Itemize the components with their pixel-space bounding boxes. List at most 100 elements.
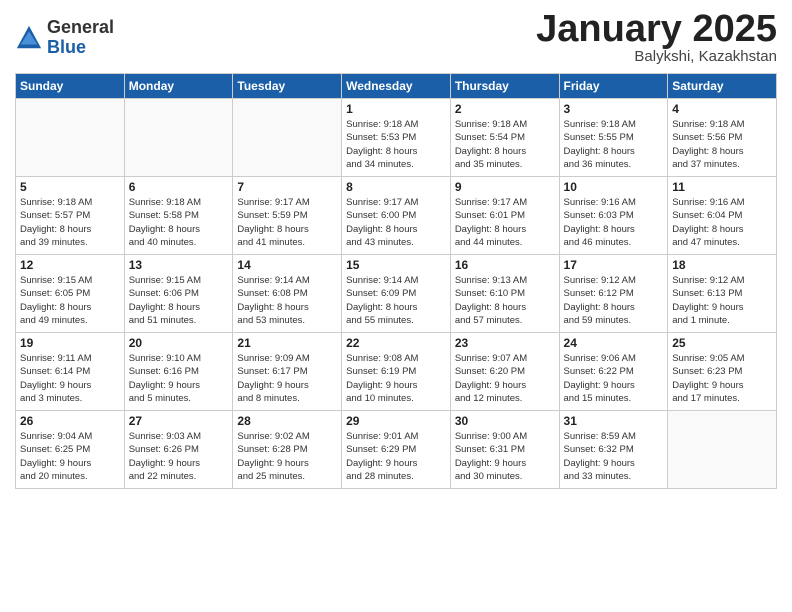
day-info: Sunrise: 9:17 AM Sunset: 5:59 PM Dayligh… — [237, 196, 337, 249]
day-info: Sunrise: 9:18 AM Sunset: 5:58 PM Dayligh… — [129, 196, 229, 249]
day-number: 29 — [346, 414, 446, 428]
table-row: 18 Sunrise: 9:12 AM Sunset: 6:13 PM Dayli… — [668, 255, 777, 333]
table-row: 4 Sunrise: 9:18 AM Sunset: 5:56 PM Daylig… — [668, 99, 777, 177]
month-title: January 2025 — [536, 10, 777, 48]
day-info: Sunrise: 9:03 AM Sunset: 6:26 PM Dayligh… — [129, 430, 229, 483]
table-row: 17Sunrise: 9:12 AM Sunset: 6:12 PM Dayli… — [559, 255, 668, 333]
calendar-week-row: 5 Sunrise: 9:18 AM Sunset: 5:57 PM Daylig… — [16, 177, 777, 255]
logo-text: General Blue — [47, 18, 114, 58]
day-info: Sunrise: 9:18 AM Sunset: 5:57 PM Dayligh… — [20, 196, 120, 249]
day-info: Sunrise: 9:11 AM Sunset: 6:14 PM Dayligh… — [20, 352, 120, 405]
day-number: 21 — [237, 336, 337, 350]
col-friday: Friday — [559, 74, 668, 99]
logo-general: General — [47, 18, 114, 38]
day-number: 31 — [564, 414, 664, 428]
table-row — [124, 99, 233, 177]
table-row: 20 Sunrise: 9:10 AM Sunset: 6:16 PM Dayli… — [124, 333, 233, 411]
day-info: Sunrise: 9:12 AM Sunset: 6:12 PM Dayligh… — [564, 274, 664, 327]
table-row: 5 Sunrise: 9:18 AM Sunset: 5:57 PM Daylig… — [16, 177, 125, 255]
title-block: January 2025 Balykshi, Kazakhstan — [536, 10, 777, 65]
location-subtitle: Balykshi, Kazakhstan — [536, 48, 777, 65]
day-info: Sunrise: 9:08 AM Sunset: 6:19 PM Dayligh… — [346, 352, 446, 405]
table-row: 19 Sunrise: 9:11 AM Sunset: 6:14 PM Dayli… — [16, 333, 125, 411]
day-info: Sunrise: 9:06 AM Sunset: 6:22 PM Dayligh… — [564, 352, 664, 405]
day-info: Sunrise: 9:13 AM Sunset: 6:10 PM Dayligh… — [455, 274, 555, 327]
table-row: 15 Sunrise: 9:14 AM Sunset: 6:09 PM Dayli… — [342, 255, 451, 333]
table-row: 29 Sunrise: 9:01 AM Sunset: 6:29 PM Dayli… — [342, 411, 451, 489]
day-number: 11 — [672, 180, 772, 194]
day-info: Sunrise: 9:04 AM Sunset: 6:25 PM Dayligh… — [20, 430, 120, 483]
calendar-week-row: 26Sunrise: 9:04 AM Sunset: 6:25 PM Dayli… — [16, 411, 777, 489]
table-row: 30Sunrise: 9:00 AM Sunset: 6:31 PM Dayli… — [450, 411, 559, 489]
day-number: 24 — [564, 336, 664, 350]
day-number: 23 — [455, 336, 555, 350]
table-row: 12 Sunrise: 9:15 AM Sunset: 6:05 PM Dayli… — [16, 255, 125, 333]
logo-blue: Blue — [47, 38, 114, 58]
day-info: Sunrise: 9:01 AM Sunset: 6:29 PM Dayligh… — [346, 430, 446, 483]
day-number: 3 — [564, 102, 664, 116]
day-number: 22 — [346, 336, 446, 350]
day-info: Sunrise: 9:16 AM Sunset: 6:04 PM Dayligh… — [672, 196, 772, 249]
calendar-week-row: 19 Sunrise: 9:11 AM Sunset: 6:14 PM Dayli… — [16, 333, 777, 411]
table-row: 11 Sunrise: 9:16 AM Sunset: 6:04 PM Dayli… — [668, 177, 777, 255]
day-info: Sunrise: 9:18 AM Sunset: 5:55 PM Dayligh… — [564, 118, 664, 171]
day-number: 1 — [346, 102, 446, 116]
day-info: Sunrise: 9:18 AM Sunset: 5:56 PM Dayligh… — [672, 118, 772, 171]
day-info: Sunrise: 9:09 AM Sunset: 6:17 PM Dayligh… — [237, 352, 337, 405]
table-row: 31Sunrise: 8:59 AM Sunset: 6:32 PM Dayli… — [559, 411, 668, 489]
day-number: 28 — [237, 414, 337, 428]
day-info: Sunrise: 9:14 AM Sunset: 6:08 PM Dayligh… — [237, 274, 337, 327]
day-number: 7 — [237, 180, 337, 194]
calendar-table: Sunday Monday Tuesday Wednesday Thursday… — [15, 73, 777, 489]
day-number: 12 — [20, 258, 120, 272]
day-number: 18 — [672, 258, 772, 272]
day-info: Sunrise: 9:07 AM Sunset: 6:20 PM Dayligh… — [455, 352, 555, 405]
logo: General Blue — [15, 18, 114, 58]
day-number: 27 — [129, 414, 229, 428]
page-header: General Blue January 2025 Balykshi, Kaza… — [15, 10, 777, 65]
col-sunday: Sunday — [16, 74, 125, 99]
calendar-week-row: 1Sunrise: 9:18 AM Sunset: 5:53 PM Daylig… — [16, 99, 777, 177]
calendar-week-row: 12 Sunrise: 9:15 AM Sunset: 6:05 PM Dayli… — [16, 255, 777, 333]
col-saturday: Saturday — [668, 74, 777, 99]
table-row — [668, 411, 777, 489]
day-info: Sunrise: 9:16 AM Sunset: 6:03 PM Dayligh… — [564, 196, 664, 249]
table-row: 9Sunrise: 9:17 AM Sunset: 6:01 PM Daylig… — [450, 177, 559, 255]
table-row: 6 Sunrise: 9:18 AM Sunset: 5:58 PM Daylig… — [124, 177, 233, 255]
table-row: 7 Sunrise: 9:17 AM Sunset: 5:59 PM Daylig… — [233, 177, 342, 255]
day-info: Sunrise: 9:15 AM Sunset: 6:05 PM Dayligh… — [20, 274, 120, 327]
day-info: Sunrise: 9:15 AM Sunset: 6:06 PM Dayligh… — [129, 274, 229, 327]
day-number: 25 — [672, 336, 772, 350]
table-row: 24 Sunrise: 9:06 AM Sunset: 6:22 PM Dayli… — [559, 333, 668, 411]
calendar-header-row: Sunday Monday Tuesday Wednesday Thursday… — [16, 74, 777, 99]
col-monday: Monday — [124, 74, 233, 99]
day-number: 20 — [129, 336, 229, 350]
day-number: 8 — [346, 180, 446, 194]
day-info: Sunrise: 9:12 AM Sunset: 6:13 PM Dayligh… — [672, 274, 772, 327]
day-number: 10 — [564, 180, 664, 194]
day-number: 19 — [20, 336, 120, 350]
table-row: 22 Sunrise: 9:08 AM Sunset: 6:19 PM Dayli… — [342, 333, 451, 411]
table-row: 27 Sunrise: 9:03 AM Sunset: 6:26 PM Dayli… — [124, 411, 233, 489]
day-info: Sunrise: 9:17 AM Sunset: 6:00 PM Dayligh… — [346, 196, 446, 249]
table-row: 25 Sunrise: 9:05 AM Sunset: 6:23 PM Dayli… — [668, 333, 777, 411]
day-number: 2 — [455, 102, 555, 116]
day-number: 6 — [129, 180, 229, 194]
day-info: Sunrise: 9:14 AM Sunset: 6:09 PM Dayligh… — [346, 274, 446, 327]
table-row: 1Sunrise: 9:18 AM Sunset: 5:53 PM Daylig… — [342, 99, 451, 177]
table-row — [233, 99, 342, 177]
day-info: Sunrise: 9:17 AM Sunset: 6:01 PM Dayligh… — [455, 196, 555, 249]
table-row: 28Sunrise: 9:02 AM Sunset: 6:28 PM Dayli… — [233, 411, 342, 489]
day-number: 15 — [346, 258, 446, 272]
table-row: 26Sunrise: 9:04 AM Sunset: 6:25 PM Dayli… — [16, 411, 125, 489]
table-row: 14Sunrise: 9:14 AM Sunset: 6:08 PM Dayli… — [233, 255, 342, 333]
day-number: 4 — [672, 102, 772, 116]
day-number: 5 — [20, 180, 120, 194]
day-info: Sunrise: 9:10 AM Sunset: 6:16 PM Dayligh… — [129, 352, 229, 405]
col-thursday: Thursday — [450, 74, 559, 99]
table-row: 8 Sunrise: 9:17 AM Sunset: 6:00 PM Daylig… — [342, 177, 451, 255]
table-row: 21 Sunrise: 9:09 AM Sunset: 6:17 PM Dayli… — [233, 333, 342, 411]
col-wednesday: Wednesday — [342, 74, 451, 99]
table-row — [16, 99, 125, 177]
day-info: Sunrise: 9:05 AM Sunset: 6:23 PM Dayligh… — [672, 352, 772, 405]
